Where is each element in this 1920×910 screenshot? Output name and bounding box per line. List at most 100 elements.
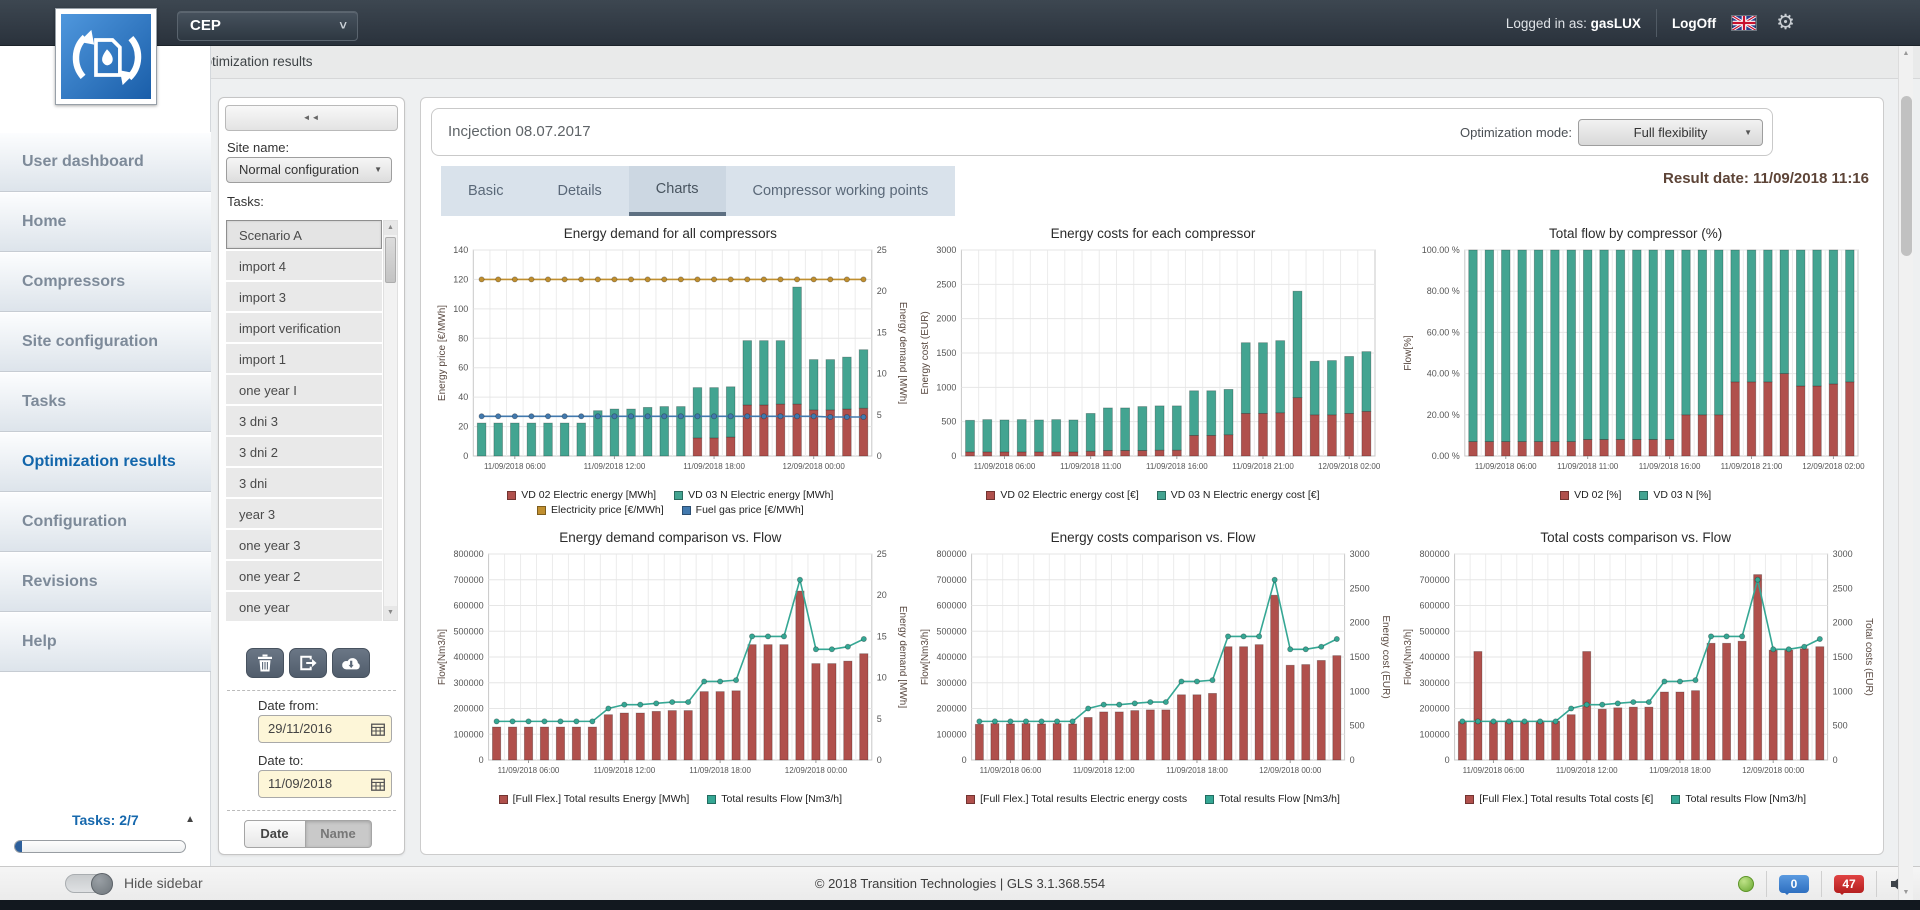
chart-title: Total costs comparison vs. Flow xyxy=(1540,530,1731,545)
chart-plot: 05001000150020002500300011/09/2018 06:00… xyxy=(916,242,1390,486)
svg-text:Flow[Nm3/h]: Flow[Nm3/h] xyxy=(437,629,448,685)
svg-text:600000: 600000 xyxy=(454,601,484,611)
scroll-up-icon[interactable]: ▲ xyxy=(1899,46,1913,61)
legend-item: VD 03 N Electric energy cost [€] xyxy=(1157,489,1320,501)
svg-text:12/09/2018 00:00: 12/09/2018 00:00 xyxy=(1259,766,1322,775)
svg-text:40: 40 xyxy=(459,392,469,402)
scrollbar-thumb[interactable] xyxy=(1901,96,1912,256)
export-task-button[interactable] xyxy=(289,648,327,678)
task-item[interactable]: one year 2 xyxy=(226,561,382,590)
trash-icon xyxy=(257,654,273,672)
task-item[interactable]: import 1 xyxy=(226,344,382,373)
svg-text:200000: 200000 xyxy=(937,704,967,714)
result-title-box: Incjection 08.07.2017 Optimization mode:… xyxy=(431,108,1773,156)
task-item[interactable]: year 3 xyxy=(226,499,382,528)
date-from-input[interactable]: 29/11/2016 xyxy=(258,715,392,743)
sidebar-item-optimization-results[interactable]: Optimization results xyxy=(0,432,211,492)
svg-text:20: 20 xyxy=(877,590,887,600)
info-badge[interactable]: 0 xyxy=(1779,875,1809,893)
task-item[interactable]: 3 dni xyxy=(226,468,382,497)
task-item[interactable]: one year xyxy=(226,592,382,621)
task-list-scrollbar[interactable]: ▲ ▼ xyxy=(383,220,398,621)
chart-legend: VD 02 Electric energy [MWh]VD 03 N Elect… xyxy=(450,489,890,516)
tab-details[interactable]: Details xyxy=(530,166,628,216)
svg-text:5: 5 xyxy=(877,410,882,420)
sidebar-item-configuration[interactable]: Configuration xyxy=(0,492,211,552)
alert-badge[interactable]: 47 xyxy=(1834,875,1864,893)
task-item[interactable]: import verification xyxy=(226,313,382,342)
task-item[interactable]: 3 dni 3 xyxy=(226,406,382,435)
scrollbar-thumb[interactable] xyxy=(385,237,396,283)
site-name-value: Normal configuration xyxy=(239,162,359,177)
svg-text:800000: 800000 xyxy=(454,549,484,559)
page-scrollbar[interactable]: ▲ ▼ xyxy=(1898,46,1913,900)
task-item[interactable]: import 4 xyxy=(226,251,382,280)
export-icon xyxy=(299,654,317,672)
sidebar-item-help[interactable]: Help xyxy=(0,612,211,672)
scroll-up-icon[interactable]: ▲ xyxy=(384,221,397,235)
tab-charts[interactable]: Charts xyxy=(629,166,726,216)
uk-flag-icon[interactable] xyxy=(1731,15,1757,31)
site-name-select[interactable]: Normal configuration ▼ xyxy=(226,157,392,183)
copyright-text: © 2018 Transition Technologies | GLS 3.1… xyxy=(0,876,1920,891)
svg-text:Flow[Nm3/h]: Flow[Nm3/h] xyxy=(1403,629,1414,685)
date-to-input[interactable]: 11/09/2018 xyxy=(258,770,392,798)
chart-legend: VD 02 Electric energy cost [€]VD 03 N El… xyxy=(986,489,1319,501)
app-select[interactable]: CEP ˅ xyxy=(177,11,358,41)
chart-legend: [Full Flex.] Total results Energy [MWh]T… xyxy=(499,793,842,805)
svg-text:11/09/2018 18:00: 11/09/2018 18:00 xyxy=(690,766,752,775)
svg-text:3000: 3000 xyxy=(1832,549,1852,559)
scroll-down-icon[interactable]: ▼ xyxy=(384,606,397,620)
task-item[interactable]: Scenario A xyxy=(226,220,382,249)
chart-title: Energy costs comparison vs. Flow xyxy=(1051,530,1256,545)
delete-task-button[interactable] xyxy=(246,648,284,678)
chart-card-3: Total flow by compressor (%)0.00 %20.00 … xyxy=(1398,226,1873,516)
tab-compressor-working-points[interactable]: Compressor working points xyxy=(726,166,956,216)
tab-basic[interactable]: Basic xyxy=(441,166,530,216)
svg-text:11/09/2018 06:00: 11/09/2018 06:00 xyxy=(484,462,546,471)
calendar-icon[interactable] xyxy=(371,723,385,736)
task-item[interactable]: 3 dni 2 xyxy=(226,437,382,466)
logo-background xyxy=(61,14,151,99)
legend-swatch xyxy=(507,491,516,500)
collapse-up-icon[interactable]: ▲ xyxy=(185,814,195,825)
optimization-mode-select[interactable]: Full flexibility ▼ xyxy=(1578,119,1763,146)
svg-text:Energy demand [MWh]: Energy demand [MWh] xyxy=(897,606,907,708)
legend-swatch xyxy=(966,795,975,804)
sidebar-item-compressors[interactable]: Compressors xyxy=(0,252,211,312)
task-item[interactable]: import 3 xyxy=(226,282,382,311)
gear-icon[interactable]: ⚙ xyxy=(1776,0,1795,46)
svg-text:1000: 1000 xyxy=(936,382,956,392)
svg-text:2000: 2000 xyxy=(936,314,956,324)
chart-card-4: Energy demand comparison vs. Flow0100000… xyxy=(433,530,908,805)
result-date: Result date: 11/09/2018 11:16 xyxy=(1663,170,1869,187)
sidebar-item-home[interactable]: Home xyxy=(0,192,211,252)
scroll-down-icon[interactable]: ▼ xyxy=(1899,885,1913,900)
svg-text:600000: 600000 xyxy=(1419,601,1449,611)
sort-by-date-button[interactable]: Date xyxy=(244,820,306,848)
legend-item: VD 03 N Electric energy [MWh] xyxy=(674,489,833,501)
svg-text:12/09/2018 00:00: 12/09/2018 00:00 xyxy=(785,766,848,775)
calendar-icon[interactable] xyxy=(371,778,385,791)
cloud-save-button[interactable] xyxy=(332,648,370,678)
svg-text:5: 5 xyxy=(877,714,882,724)
svg-text:15: 15 xyxy=(877,631,887,641)
task-item[interactable]: one year 3 xyxy=(226,530,382,559)
svg-text:500: 500 xyxy=(941,417,956,427)
task-item[interactable]: one year I xyxy=(226,375,382,404)
sidebar-item-revisions[interactable]: Revisions xyxy=(0,552,211,612)
legend-item: Total results Flow [Nm3/h] xyxy=(707,793,842,805)
svg-text:400000: 400000 xyxy=(1419,652,1449,662)
site-name-label: Site name: xyxy=(227,140,289,155)
collapse-panel-button[interactable]: ◄◄ xyxy=(225,105,398,131)
logoff-button[interactable]: LogOff xyxy=(1672,16,1716,31)
top-bar: CEP ˅ Logged in as: gasLUX LogOff ⚙ xyxy=(0,0,1920,46)
svg-text:11/09/2018 16:00: 11/09/2018 16:00 xyxy=(1146,462,1208,471)
svg-text:Flow[Nm3/h]: Flow[Nm3/h] xyxy=(920,629,931,685)
sidebar-item-user-dashboard[interactable]: User dashboard xyxy=(0,132,211,192)
sidebar-item-site-configuration[interactable]: Site configuration xyxy=(0,312,211,372)
tasks-progress-bar xyxy=(14,840,186,853)
sort-by-name-button[interactable]: Name xyxy=(306,820,372,848)
svg-text:1500: 1500 xyxy=(1350,652,1370,662)
sidebar-item-tasks[interactable]: Tasks xyxy=(0,372,211,432)
